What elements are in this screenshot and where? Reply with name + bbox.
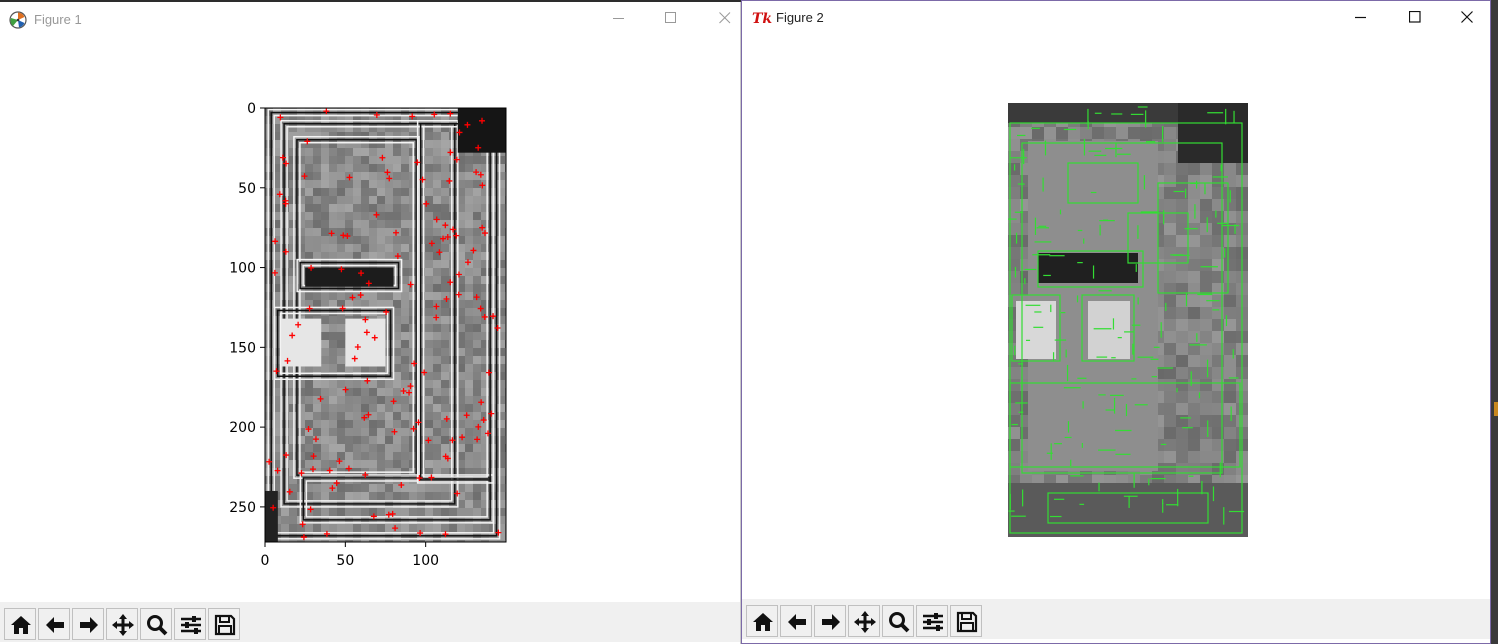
zoom-icon	[889, 612, 910, 633]
forward-button[interactable]	[72, 608, 104, 640]
maximize-icon	[1409, 11, 1421, 23]
save-button[interactable]	[950, 605, 982, 637]
x-tick-label: 50	[336, 553, 354, 569]
zoom-button[interactable]	[882, 605, 914, 637]
save-icon	[956, 611, 978, 633]
pan-button[interactable]	[848, 605, 880, 637]
tk-icon: Tk	[752, 9, 772, 27]
y-tick-label: 250	[229, 500, 256, 516]
close-icon	[719, 12, 731, 24]
minimize-button[interactable]	[1338, 1, 1384, 33]
maximize-button[interactable]	[1392, 1, 1438, 33]
minimize-button[interactable]	[596, 2, 642, 34]
navigation-toolbar	[0, 602, 740, 642]
forward-button[interactable]	[814, 605, 846, 637]
back-button[interactable]	[38, 608, 70, 640]
matplotlib-icon	[9, 11, 27, 29]
y-tick-label: 100	[229, 261, 256, 277]
back-arrow-icon	[788, 614, 806, 630]
maximize-button[interactable]	[648, 2, 694, 34]
window-title: Figure 2	[776, 10, 824, 25]
plot-axes: 0 50 100 150 200 250 0 50 100	[229, 101, 507, 569]
forward-arrow-icon	[822, 614, 840, 630]
figure-2-window[interactable]: Tk Figure 2	[741, 0, 1491, 644]
background-window-edge	[1494, 402, 1498, 416]
configure-subplots-icon	[181, 616, 201, 634]
close-button[interactable]	[1444, 1, 1490, 33]
svg-text:Tk: Tk	[752, 11, 772, 27]
home-icon	[11, 616, 31, 634]
back-button[interactable]	[780, 605, 812, 637]
figure-canvas[interactable]	[742, 35, 1490, 599]
save-icon	[214, 614, 236, 636]
figure-canvas[interactable]: 0 50 100 150 200 250 0 50 100	[0, 36, 740, 602]
configure-subplots-button[interactable]	[174, 608, 206, 640]
image-axes	[1008, 103, 1248, 537]
close-icon	[1461, 11, 1473, 23]
title-bar[interactable]: Tk Figure 2	[742, 1, 1490, 35]
configure-subplots-button[interactable]	[916, 605, 948, 637]
maximize-icon	[665, 12, 676, 23]
filtered-image	[265, 108, 506, 542]
y-tick-label: 0	[247, 101, 256, 117]
home-icon	[753, 613, 773, 631]
grayscale-image	[1008, 103, 1248, 537]
y-tick-label: 50	[238, 181, 256, 197]
forward-arrow-icon	[80, 617, 98, 633]
desktop-background	[1491, 0, 1498, 644]
title-bar[interactable]: Figure 1	[0, 2, 740, 36]
home-button[interactable]	[746, 605, 778, 637]
x-tick-label: 100	[412, 553, 439, 569]
zoom-icon	[147, 615, 168, 636]
window-title: Figure 1	[34, 12, 82, 27]
y-tick-label: 200	[229, 420, 256, 436]
minimize-icon	[1355, 16, 1366, 19]
home-button[interactable]	[4, 608, 36, 640]
navigation-toolbar	[742, 599, 1490, 639]
y-tick-label: 150	[229, 340, 256, 356]
figure-1-window[interactable]: Figure 1 0 50 100 150 200 250 0 50 100	[0, 2, 741, 644]
pan-icon	[854, 611, 876, 633]
minimize-icon	[613, 18, 624, 19]
close-button[interactable]	[702, 2, 740, 34]
pan-icon	[112, 614, 134, 636]
save-button[interactable]	[208, 608, 240, 640]
configure-subplots-icon	[923, 613, 943, 631]
back-arrow-icon	[46, 617, 64, 633]
x-tick-label: 0	[261, 553, 270, 569]
pan-button[interactable]	[106, 608, 138, 640]
zoom-button[interactable]	[140, 608, 172, 640]
